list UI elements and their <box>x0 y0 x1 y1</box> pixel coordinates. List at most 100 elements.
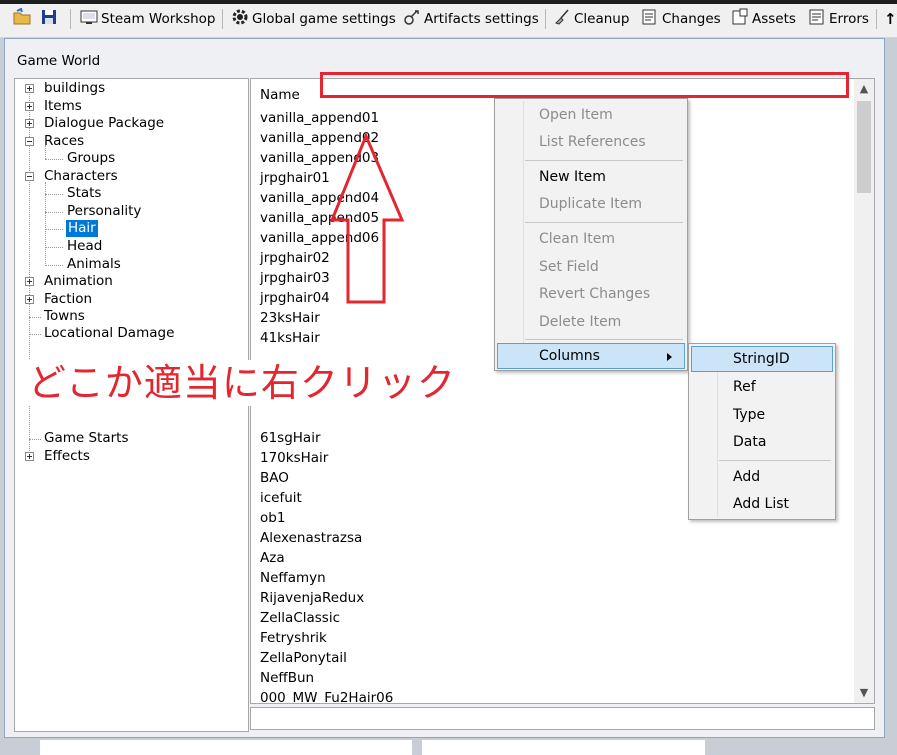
list-item[interactable]: RijavenjaRedux <box>260 589 364 607</box>
toolbar-separator <box>545 9 546 29</box>
submenu-arrow-icon <box>667 353 672 361</box>
window-title: Game World <box>17 53 101 69</box>
artifacts-settings-button[interactable]: Artifacts settings <box>403 8 539 30</box>
list-item[interactable]: 170ksHair <box>260 449 328 467</box>
list-item[interactable]: icefuit <box>260 489 302 507</box>
list-item[interactable]: jrpghair02 <box>260 249 330 267</box>
toolbar-separator <box>222 9 223 29</box>
changes-label: Changes <box>662 11 721 27</box>
tree-item-game-starts[interactable]: Game Starts <box>44 430 129 447</box>
expand-icon[interactable] <box>25 84 34 93</box>
expand-icon[interactable] <box>25 295 34 304</box>
artifacts-icon <box>403 8 424 30</box>
more-button[interactable]: ↑ <box>884 8 897 30</box>
expand-icon[interactable] <box>25 277 34 286</box>
menu-separator <box>525 160 683 161</box>
submenu-item-stringid[interactable]: StringID <box>691 346 833 372</box>
global-game-settings-label: Global game settings <box>252 11 396 27</box>
tree-item-races[interactable]: Races <box>44 133 84 150</box>
menu-item-set-field[interactable]: Set Field <box>497 254 685 280</box>
submenu-item-data[interactable]: Data <box>691 429 833 455</box>
expand-icon[interactable] <box>25 452 34 461</box>
list-item[interactable]: ob1 <box>260 509 285 527</box>
tree-item-faction[interactable]: Faction <box>44 291 92 308</box>
steam-workshop-button[interactable]: Steam Workshop <box>80 8 216 30</box>
menu-item-revert-changes[interactable]: Revert Changes <box>497 281 685 307</box>
arrow-up-icon: ↑ <box>884 10 897 28</box>
list-item[interactable]: Neffamyn <box>260 569 326 587</box>
collapse-icon[interactable] <box>25 137 34 146</box>
broom-icon <box>553 8 574 30</box>
tree-item-hair[interactable]: Hair <box>66 220 98 237</box>
open-button[interactable] <box>12 7 35 30</box>
errors-label: Errors <box>829 11 869 27</box>
changes-button[interactable]: Changes <box>641 8 721 30</box>
tree-item-animation[interactable]: Animation <box>44 273 113 290</box>
list-item[interactable]: NeffBun <box>260 669 314 687</box>
tree-item-buildings[interactable]: buildings <box>44 80 105 97</box>
list-item[interactable]: ZellaPonytail <box>260 649 347 667</box>
artifacts-settings-label: Artifacts settings <box>424 11 539 27</box>
list-item[interactable]: 61sgHair <box>260 429 321 447</box>
collapse-icon[interactable] <box>25 172 34 181</box>
tree-item-head[interactable]: Head <box>67 238 102 255</box>
tree-item-characters[interactable]: Characters <box>44 168 118 185</box>
list-item[interactable]: BAO <box>260 469 289 487</box>
list-item[interactable]: Aza <box>260 549 285 567</box>
scrollbar-thumb[interactable] <box>857 101 871 193</box>
menu-item-delete-item[interactable]: Delete Item <box>497 309 685 335</box>
column-header-name[interactable]: Name <box>260 87 300 103</box>
filter-input[interactable] <box>250 707 875 730</box>
tree-guide-line <box>45 212 63 213</box>
annotation-arrow-up-icon <box>330 132 405 304</box>
tree-item-personality[interactable]: Personality <box>67 203 141 220</box>
tree-item-stats[interactable]: Stats <box>67 185 101 202</box>
list-item[interactable]: ZellaClassic <box>260 609 340 627</box>
list-item[interactable]: Alexenastrazsa <box>260 529 362 547</box>
list-item[interactable]: 23ksHair <box>260 309 320 327</box>
list-item[interactable]: Fetryshrik <box>260 629 327 647</box>
submenu-item-ref[interactable]: Ref <box>691 374 833 400</box>
errors-button[interactable]: Errors <box>808 8 869 30</box>
scroll-down-icon[interactable]: ▼ <box>854 684 874 702</box>
menu-item-new-item[interactable]: New Item <box>497 164 685 190</box>
cleanup-button[interactable]: Cleanup <box>553 8 629 30</box>
menu-item-clean-item[interactable]: Clean Item <box>497 226 685 252</box>
background-pane <box>40 740 412 755</box>
list-item[interactable]: vanilla_append01 <box>260 109 379 127</box>
menu-separator <box>719 460 831 461</box>
tree-item-animals[interactable]: Animals <box>67 256 121 273</box>
tree-item-effects[interactable]: Effects <box>44 448 90 465</box>
errors-icon <box>808 8 829 30</box>
save-icon <box>40 8 61 30</box>
tree-guide-line <box>29 317 41 318</box>
scroll-up-icon[interactable]: ▲ <box>854 80 874 98</box>
submenu-item-add[interactable]: Add <box>691 464 833 490</box>
window-top-edge <box>0 0 897 4</box>
submenu-item-type[interactable]: Type <box>691 402 833 428</box>
submenu-item-add-list[interactable]: Add List <box>691 491 833 517</box>
menu-item-open-item[interactable]: Open Item <box>497 102 685 128</box>
annotation-highlight-box <box>320 72 849 98</box>
vertical-scrollbar[interactable]: ▲ ▼ <box>854 79 874 703</box>
list-item[interactable]: jrpghair04 <box>260 289 330 307</box>
expand-icon[interactable] <box>25 102 34 111</box>
menu-item-columns[interactable]: Columns <box>497 343 685 369</box>
list-item[interactable]: 41ksHair <box>260 329 320 347</box>
list-item[interactable]: jrpghair03 <box>260 269 330 287</box>
tree-item-groups[interactable]: Groups <box>67 150 115 167</box>
save-button[interactable] <box>40 8 61 30</box>
gear-icon <box>231 8 252 30</box>
menu-item-list-references[interactable]: List References <box>497 129 685 155</box>
global-game-settings-button[interactable]: Global game settings <box>231 8 396 30</box>
tree-item-items[interactable]: Items <box>44 98 82 115</box>
menu-item-duplicate-item[interactable]: Duplicate Item <box>497 191 685 217</box>
tree-item-locational-damage[interactable]: Locational Damage <box>44 325 174 342</box>
tree-item-dialogue-package[interactable]: Dialogue Package <box>44 115 164 132</box>
list-item[interactable]: jrpghair01 <box>260 169 330 187</box>
tree-item-towns[interactable]: Towns <box>44 308 85 325</box>
list-item[interactable]: 000_MW_Fu2Hair06 <box>260 689 393 703</box>
expand-icon[interactable] <box>25 119 34 128</box>
assets-button[interactable]: Assets <box>731 8 796 30</box>
steam-workshop-label: Steam Workshop <box>101 11 216 27</box>
